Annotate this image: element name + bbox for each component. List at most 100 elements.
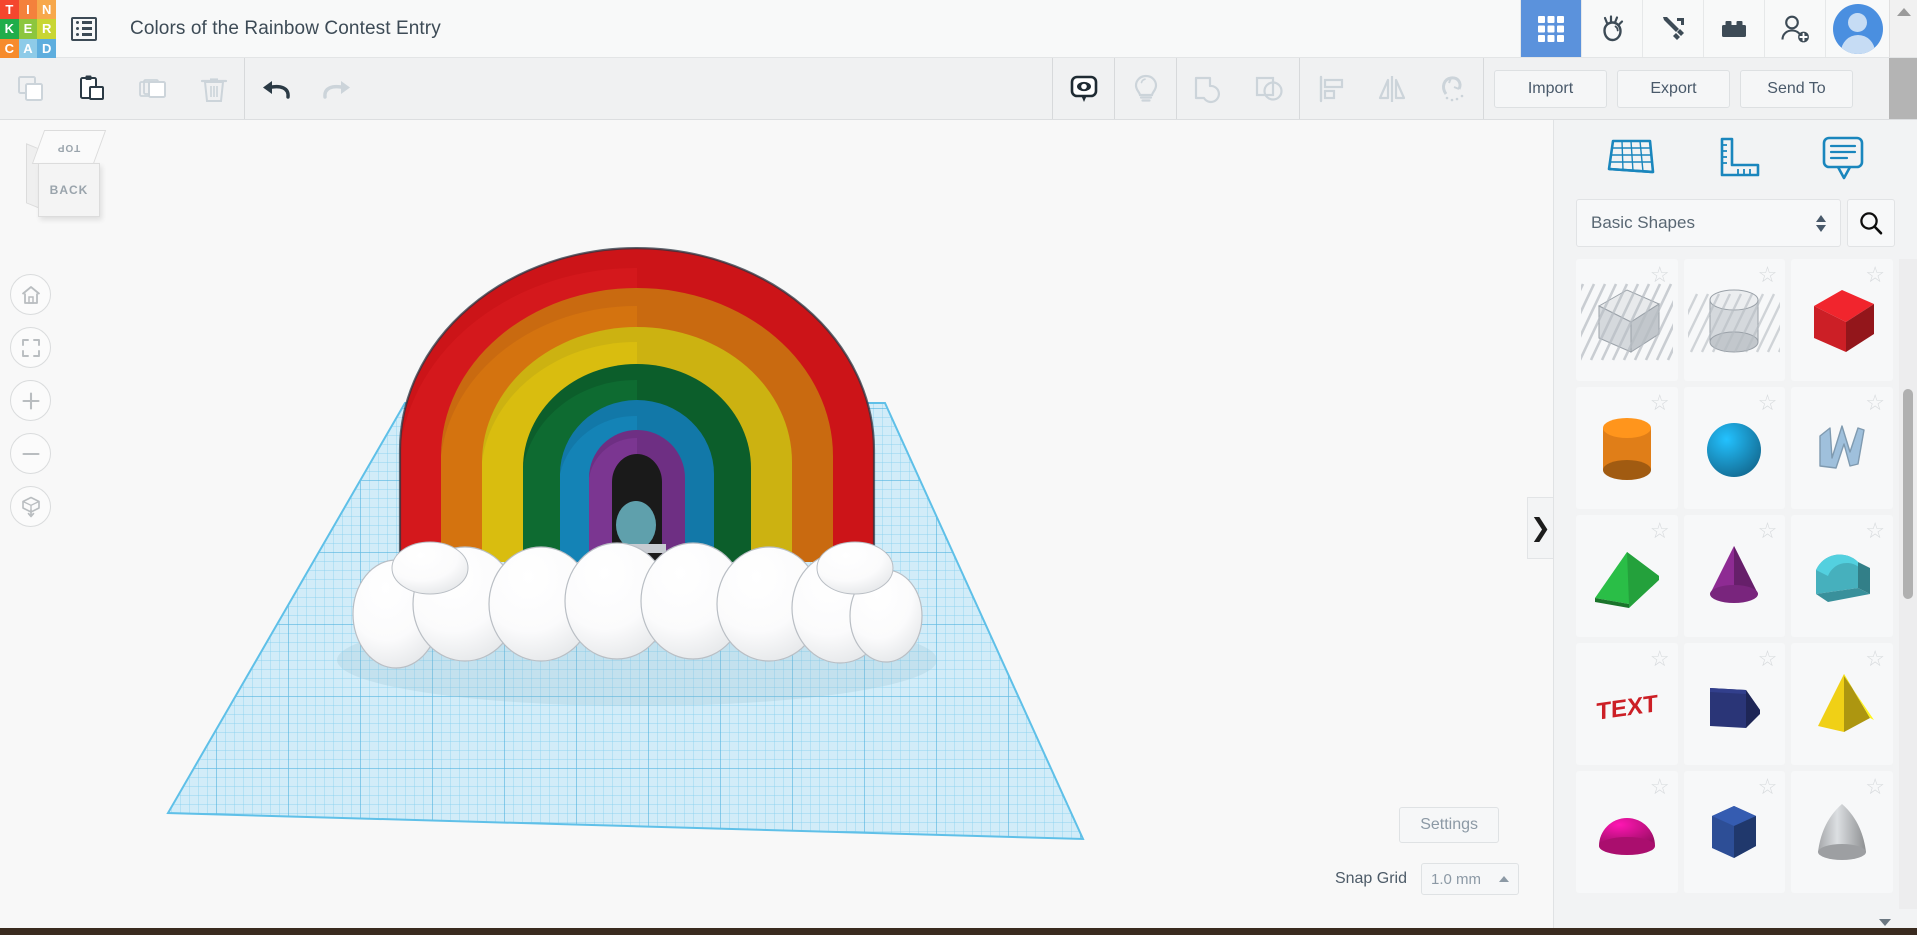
delete-button[interactable] (183, 58, 244, 119)
hand-light-icon (1596, 13, 1628, 45)
perspective-cube-icon (19, 495, 43, 519)
shape-item-red-box[interactable]: ☆ (1791, 259, 1893, 381)
export-button[interactable]: Export (1617, 70, 1730, 108)
shape-item-yellow-pyramid[interactable]: ☆ (1791, 643, 1893, 765)
perspective-toggle-button[interactable] (10, 486, 51, 527)
panel-scrollbar-thumb[interactable] (1903, 389, 1913, 599)
ruler-tab[interactable] (1711, 134, 1763, 182)
page-scrollbar-thumb[interactable] (1889, 58, 1917, 119)
favorite-star-icon[interactable]: ☆ (1865, 776, 1885, 798)
shape-item-red-text[interactable]: TEXT ☆ (1576, 643, 1678, 765)
visibility-note-button[interactable] (1053, 58, 1114, 119)
view-cube-back-face[interactable]: BACK (38, 163, 100, 217)
hand-light-icon-button[interactable] (1581, 0, 1642, 57)
paste-button[interactable] (61, 58, 122, 119)
logo-letter-t: T (0, 0, 19, 19)
view-cube[interactable]: TOP BACK (22, 128, 114, 220)
ungroup-icon (1253, 74, 1285, 104)
page-scrollbar-top[interactable] (1889, 0, 1917, 57)
magnet-icon (1437, 74, 1469, 104)
favorite-star-icon[interactable]: ☆ (1650, 520, 1670, 542)
settings-button[interactable]: Settings (1399, 807, 1499, 843)
favorite-star-icon[interactable]: ☆ (1758, 776, 1778, 798)
shape-item-navy-polygon[interactable]: ☆ (1684, 643, 1786, 765)
caret-down-icon[interactable] (1879, 919, 1891, 926)
lego-brick-icon-button[interactable] (1703, 0, 1764, 57)
workplane-tab[interactable] (1604, 134, 1656, 182)
favorite-star-icon[interactable]: ☆ (1758, 648, 1778, 670)
panel-collapse-toggle[interactable]: ❯ (1527, 497, 1553, 559)
favorite-star-icon[interactable]: ☆ (1865, 520, 1885, 542)
shape-item-hole-box[interactable]: ☆ (1576, 259, 1678, 381)
mirror-button[interactable] (1361, 58, 1422, 119)
add-person-icon (1778, 13, 1812, 45)
shape-item-hole-cylinder[interactable]: ☆ (1684, 259, 1786, 381)
shape-item-magenta-halfsphere[interactable]: ☆ (1576, 771, 1678, 893)
favorite-star-icon[interactable]: ☆ (1758, 520, 1778, 542)
snap-grid-label: Snap Grid (1335, 870, 1407, 888)
scroll-up-arrow-icon[interactable] (1897, 8, 1911, 16)
favorite-star-icon[interactable]: ☆ (1650, 776, 1670, 798)
align-button[interactable] (1300, 58, 1361, 119)
add-person-icon-button[interactable] (1764, 0, 1825, 57)
redo-button[interactable] (306, 58, 367, 119)
import-button[interactable]: Import (1494, 70, 1607, 108)
shape-item-purple-cone[interactable]: ☆ (1684, 515, 1786, 637)
favorite-star-icon[interactable]: ☆ (1650, 392, 1670, 414)
pickaxe-icon-button[interactable] (1642, 0, 1703, 57)
home-view-button[interactable] (10, 274, 51, 315)
undo-button[interactable] (245, 58, 306, 119)
shape-grid: ☆ ☆ ☆ ☆ ☆ ☆ ☆ ☆ ☆ TEXT ☆ ☆ ☆ ☆ ☆ ☆ (1554, 259, 1899, 909)
trash-icon (199, 74, 229, 104)
view-cube-top-face[interactable]: TOP (32, 130, 106, 164)
favorite-star-icon[interactable]: ☆ (1865, 392, 1885, 414)
panel-scrollbar[interactable] (1899, 259, 1917, 909)
note-tab[interactable] (1818, 134, 1868, 182)
favorite-star-icon[interactable]: ☆ (1865, 264, 1885, 286)
shape-category-select[interactable]: Basic Shapes (1576, 199, 1841, 247)
duplicate-button[interactable] (122, 58, 183, 119)
grid-apps-icon-button[interactable] (1520, 0, 1581, 57)
search-icon (1858, 210, 1884, 236)
favorite-star-icon[interactable]: ☆ (1650, 648, 1670, 670)
eye-note-icon (1068, 73, 1100, 105)
favorite-star-icon[interactable]: ☆ (1865, 648, 1885, 670)
scene-svg (0, 120, 1553, 935)
favorite-star-icon[interactable]: ☆ (1758, 264, 1778, 286)
favorite-star-icon[interactable]: ☆ (1650, 264, 1670, 286)
shape-item-green-roof[interactable]: ☆ (1576, 515, 1678, 637)
shape-item-grey-paraboloid[interactable]: ☆ (1791, 771, 1893, 893)
zoom-out-button[interactable] (10, 433, 51, 474)
lightbulb-button[interactable] (1115, 58, 1176, 119)
zoom-in-button[interactable] (10, 380, 51, 421)
shape-search-button[interactable] (1847, 199, 1895, 247)
project-list-button[interactable] (56, 0, 112, 57)
clipboard-tool-group (0, 58, 244, 119)
tinkercad-logo[interactable]: TINKERCAD (0, 0, 56, 58)
shape-item-blue-hex-prism[interactable]: ☆ (1684, 771, 1786, 893)
magnet-button[interactable] (1422, 58, 1483, 119)
svg-text:TEXT: TEXT (1596, 690, 1658, 726)
shape-item-blue-sphere[interactable]: ☆ (1684, 387, 1786, 509)
snap-grid-select[interactable]: 1.0 mm (1421, 863, 1519, 895)
logo-letter-d: D (37, 39, 56, 58)
favorite-star-icon[interactable]: ☆ (1758, 392, 1778, 414)
ruler-icon (1711, 134, 1763, 182)
send-to-button[interactable]: Send To (1740, 70, 1853, 108)
group-icon (1192, 74, 1224, 104)
ungroup-button[interactable] (1238, 58, 1299, 119)
logo-letter-n: N (37, 0, 56, 19)
shape-item-teal-half-cylinder[interactable]: ☆ (1791, 515, 1893, 637)
user-avatar-button[interactable] (1825, 0, 1889, 57)
3d-workspace-canvas[interactable]: TOP BACK (0, 120, 1553, 935)
copy-button[interactable] (0, 58, 61, 119)
snap-grid-control: Snap Grid 1.0 mm (1335, 863, 1519, 895)
io-button-group: Import Export Send To (1484, 58, 1889, 119)
shape-item-scribble-shape[interactable]: ☆ (1791, 387, 1893, 509)
fit-to-view-button[interactable] (10, 327, 51, 368)
shape-item-orange-cylinder[interactable]: ☆ (1576, 387, 1678, 509)
lightbulb-icon (1131, 73, 1161, 105)
view-cube-back-label: BACK (50, 183, 89, 197)
group-button[interactable] (1177, 58, 1238, 119)
undo-icon (259, 74, 293, 104)
